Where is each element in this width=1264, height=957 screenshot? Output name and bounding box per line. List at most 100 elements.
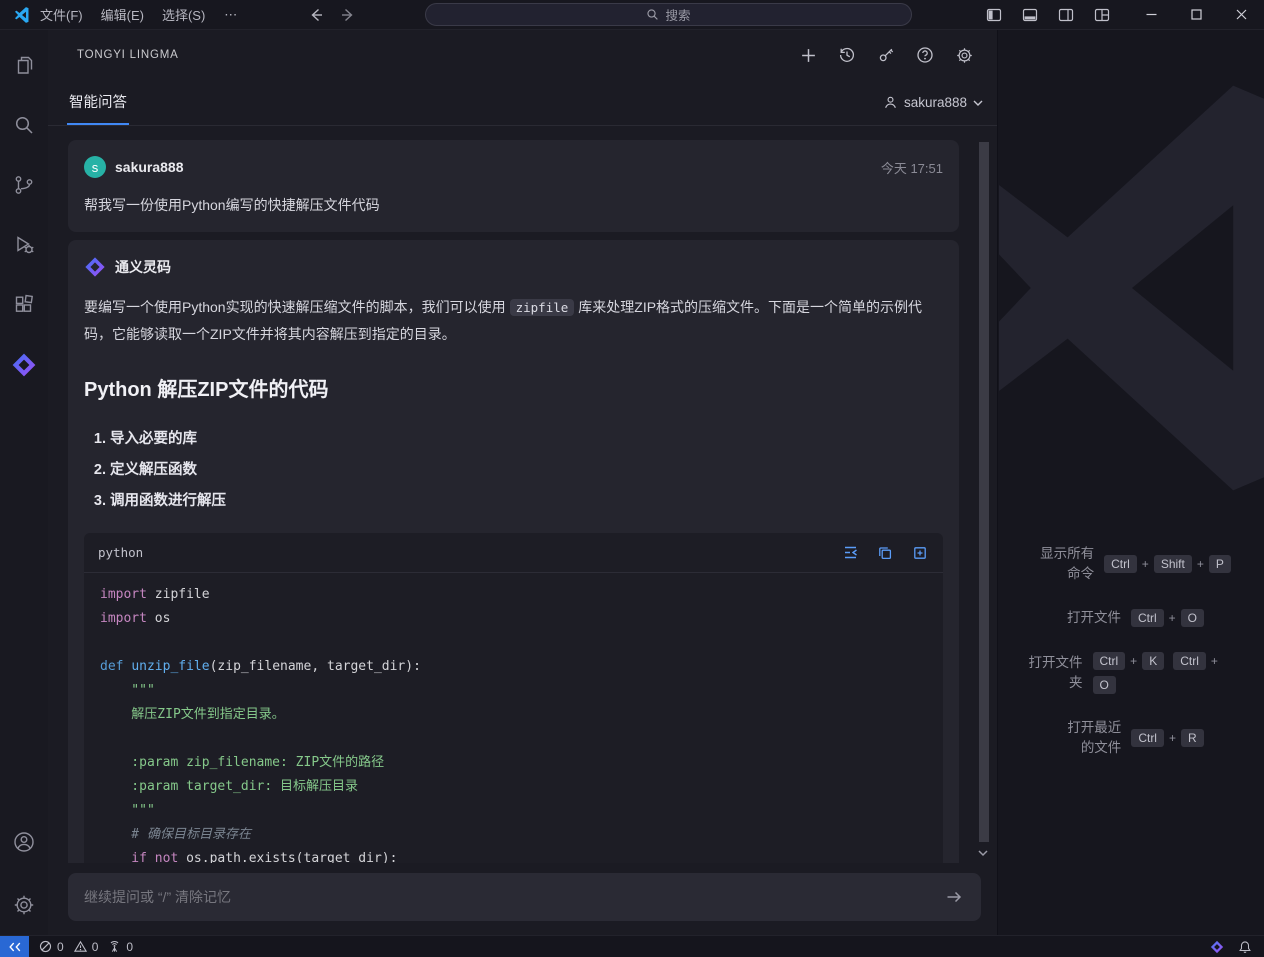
shortcut-label: 打开文件 (1066, 610, 1121, 625)
code-body[interactable]: import zipfile import os def unzip_file(z… (84, 573, 943, 863)
shortcut-label: 打开最近的文件 (1067, 720, 1122, 755)
customize-layout-icon[interactable] (1089, 2, 1115, 28)
radio-tower-icon (108, 940, 121, 953)
panel-settings-icon[interactable] (953, 44, 975, 66)
menu-edit[interactable]: 编辑(E) (92, 4, 153, 26)
extensions-icon[interactable] (0, 275, 48, 335)
key-cap: R (1181, 729, 1204, 747)
shortcut-label: 打开文件夹 (1028, 655, 1083, 690)
lingma-status-icon[interactable] (1210, 940, 1224, 954)
user-message-head: s sakura888 今天 17:51 (84, 156, 943, 178)
lingma-logo-icon (84, 256, 106, 278)
history-icon[interactable] (836, 44, 858, 66)
vscode-logo-icon (13, 6, 31, 24)
account-icon[interactable] (0, 812, 48, 872)
inline-code: zipfile (509, 299, 575, 316)
ports-indicator[interactable]: 0 (108, 940, 133, 954)
ai-name: 通义灵码 (115, 259, 171, 275)
error-icon (39, 940, 52, 953)
chat-scroll-area[interactable]: s sakura888 今天 17:51 帮我写一份使用Python编写的快捷解… (48, 126, 997, 863)
close-button[interactable] (1219, 0, 1264, 30)
key-cap: K (1142, 652, 1165, 670)
remote-indicator[interactable] (0, 935, 29, 957)
steps-list: 导入必要的库 定义解压函数 调用函数进行解压 (84, 424, 943, 517)
code-line: if not os.path.exists(target_dir): (100, 851, 398, 863)
menu-more-button[interactable]: ⋯ (214, 4, 248, 26)
send-icon[interactable] (943, 886, 965, 908)
message-timestamp: 今天 17:51 (880, 160, 943, 176)
code-language-label: python (98, 545, 144, 560)
shortcut-keys: Ctrl + R (1131, 729, 1204, 747)
shortcut-keys: Ctrl + K Ctrl + O (1092, 652, 1243, 694)
scrollbar-thumb[interactable] (979, 142, 989, 842)
account-chip[interactable]: sakura888 (883, 95, 983, 110)
ports-count: 0 (126, 939, 134, 954)
history-nav (308, 7, 356, 23)
back-arrow-icon[interactable] (308, 7, 324, 23)
run-debug-icon[interactable] (0, 215, 48, 275)
problems-indicator[interactable]: 0 0 (39, 940, 98, 954)
shortcut-label: 显示所有命令 (1040, 546, 1095, 581)
intro-text-before: 要编写一个使用Python实现的快速解压缩文件的脚本，我们可以使用 (84, 299, 506, 315)
menu-file[interactable]: 文件(F) (31, 4, 92, 26)
statusbar-right (1210, 940, 1252, 954)
chat-input[interactable] (84, 889, 943, 905)
shortcut-row: 打开最近的文件 Ctrl + R (1059, 718, 1204, 758)
insert-code-icon[interactable] (841, 544, 859, 562)
status-bar: 0 0 0 (0, 935, 1264, 957)
toggle-sidebar-icon[interactable] (981, 2, 1007, 28)
code-line: :param zip_filename: ZIP文件的路径 (100, 755, 385, 770)
user-message-text: 帮我写一份使用Python编写的快捷解压文件代码 (84, 197, 380, 213)
command-search-box[interactable]: 搜索 (425, 3, 912, 26)
vscode-window: 文件(F) 编辑(E) 选择(S) ⋯ 搜索 TONGYI LINGMA 智能问… (0, 0, 1264, 957)
search-placeholder: 搜索 (665, 9, 691, 23)
notifications-bell-icon[interactable] (1238, 940, 1252, 954)
vscode-watermark-icon (999, 85, 1264, 491)
minimize-button[interactable] (1129, 0, 1174, 30)
warning-icon (73, 940, 87, 953)
help-icon[interactable] (914, 44, 936, 66)
tab-smart-qa[interactable]: 智能问答 (67, 80, 129, 125)
tabs-row: 智能问答 sakura888 (48, 80, 997, 126)
settings-gear-icon[interactable] (0, 875, 48, 935)
key-cap: Ctrl (1130, 609, 1164, 627)
code-line: def unzip_file(zip_filename, target_dir)… (100, 659, 421, 674)
titlebar-right (981, 0, 1264, 30)
insert-new-file-icon[interactable] (911, 544, 929, 562)
code-line: :param target_dir: 目标解压目录 (100, 779, 359, 794)
person-icon (883, 95, 898, 110)
step-item-3: 调用函数进行解压 (110, 486, 943, 517)
key-cap: Shift (1153, 555, 1192, 573)
code-line: # 确保目标目录存在 (100, 827, 251, 842)
copy-code-icon[interactable] (876, 544, 894, 562)
lingma-panel: TONGYI LINGMA 智能问答 sakura888 s sakura888… (48, 30, 998, 935)
editor-area: 显示所有命令 Ctrl + Shift + P 打开文件 Ctrl + O 打开文件夹 Ctrl + K C… (999, 30, 1264, 935)
source-control-icon[interactable] (0, 155, 48, 215)
ai-message-head: 通义灵码 (84, 256, 943, 278)
code-line: import os (100, 611, 171, 626)
chevron-down-icon (973, 99, 983, 107)
toggle-panel-icon[interactable] (1017, 2, 1043, 28)
forward-arrow-icon[interactable] (340, 7, 356, 23)
scroll-down-icon[interactable] (976, 846, 990, 860)
toggle-secondary-sidebar-icon[interactable] (1053, 2, 1079, 28)
ai-heading: Python 解压ZIP文件的代码 (84, 379, 329, 401)
code-line: """ (100, 803, 155, 818)
explorer-icon[interactable] (0, 35, 48, 95)
code-line: """ (100, 683, 155, 698)
menu-selection[interactable]: 选择(S) (153, 4, 214, 26)
key-icon[interactable] (875, 44, 897, 66)
search-sidebar-icon[interactable] (0, 95, 48, 155)
chat-input-row (68, 873, 981, 921)
ai-intro-paragraph: 要编写一个使用Python实现的快速解压缩文件的脚本，我们可以使用 zipfile… (84, 294, 943, 347)
code-actions (841, 544, 929, 562)
tongyi-lingma-icon[interactable] (0, 335, 48, 395)
new-chat-icon[interactable] (797, 44, 819, 66)
maximize-button[interactable] (1174, 0, 1219, 30)
panel-title: TONGYI LINGMA (77, 49, 179, 61)
panel-header: TONGYI LINGMA (48, 30, 997, 80)
layout-controls (981, 2, 1115, 28)
shortcut-keys: Ctrl + Shift + P (1104, 555, 1231, 573)
